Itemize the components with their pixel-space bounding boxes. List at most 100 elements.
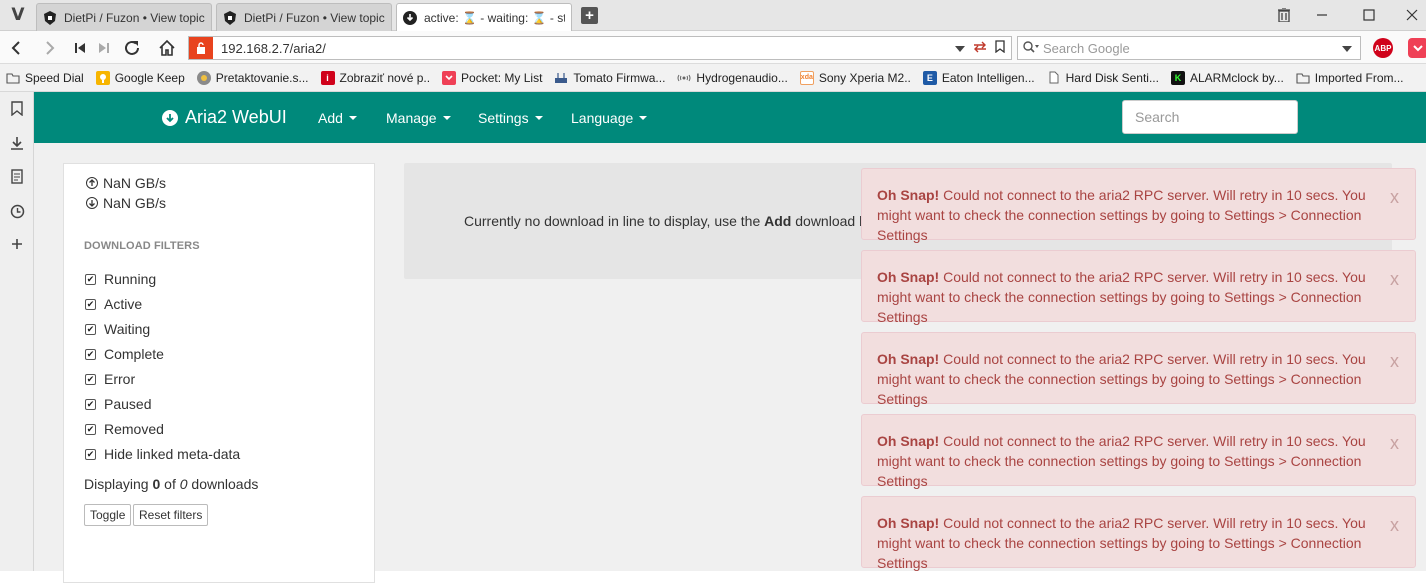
bookmark-speed-dial[interactable]: Speed Dial xyxy=(6,71,84,85)
downloads-panel-icon[interactable] xyxy=(7,133,27,153)
bookmark-alarmclock[interactable]: K ALARMclock by... xyxy=(1170,70,1284,85)
displaying-suffix: downloads xyxy=(187,476,259,492)
menu-settings[interactable]: Settings xyxy=(478,92,543,143)
filter-label: Running xyxy=(104,271,157,287)
home-icon[interactable] xyxy=(155,36,179,60)
menu-add[interactable]: Add xyxy=(318,92,357,143)
bookmark-eaton[interactable]: E Eaton Intelligen... xyxy=(922,70,1035,85)
alert-rpc-error: Oh Snap! Could not connect to the aria2 … xyxy=(861,250,1416,325)
close-icon[interactable]: x xyxy=(1390,351,1399,371)
bookmark-sony-xperia[interactable]: xda Sony Xperia M2.. xyxy=(799,70,911,85)
checkbox-checked-icon[interactable]: ✔ xyxy=(85,448,96,460)
bookmark-google-keep[interactable]: Google Keep xyxy=(95,70,185,85)
bookmarks-panel-icon[interactable] xyxy=(7,98,27,118)
minimize-button[interactable] xyxy=(1310,4,1334,26)
tab-dietpi-1[interactable]: DietPi / Fuzon • View topic - xyxy=(36,3,212,31)
bookmark-label: Google Keep xyxy=(114,70,185,85)
dropdown-arrow-icon[interactable] xyxy=(1342,41,1352,56)
insecure-lock-icon[interactable] xyxy=(189,37,213,59)
bookmark-pocket[interactable]: Pocket: My List xyxy=(442,70,543,85)
checkbox-checked-icon[interactable]: ✔ xyxy=(85,348,96,360)
bookmark-label: Speed Dial xyxy=(25,70,84,85)
filter-removed[interactable]: ✔ Removed xyxy=(85,421,164,437)
checkbox-checked-icon[interactable]: ✔ xyxy=(85,373,96,385)
add-panel-icon[interactable] xyxy=(7,234,27,254)
fast-forward-button[interactable] xyxy=(92,36,116,60)
info-icon: i xyxy=(320,70,335,85)
filter-active[interactable]: ✔ Active xyxy=(85,296,142,312)
checkbox-checked-icon[interactable]: ✔ xyxy=(85,323,96,335)
back-button[interactable] xyxy=(4,36,28,60)
filter-complete[interactable]: ✔ Complete xyxy=(85,346,164,362)
search-placeholder: Search Google xyxy=(1043,40,1130,56)
alert-message: Could not connect to the aria2 RPC serve… xyxy=(877,269,1366,325)
alert-title: Oh Snap! xyxy=(877,187,940,203)
reload-icon[interactable] xyxy=(120,36,144,60)
notes-panel-icon[interactable] xyxy=(7,166,27,186)
tab-title: DietPi / Fuzon • View topic - xyxy=(64,10,205,25)
checkbox-checked-icon[interactable]: ✔ xyxy=(85,398,96,410)
new-tab-button[interactable]: + xyxy=(581,7,598,24)
checkbox-checked-icon[interactable]: ✔ xyxy=(85,298,96,310)
app-search-input[interactable]: Search xyxy=(1122,100,1298,134)
displaying-mid: of xyxy=(160,476,180,492)
alert-message: Could not connect to the aria2 RPC serve… xyxy=(877,351,1366,407)
aria2-brand[interactable]: Aria2 WebUI xyxy=(162,92,287,143)
empty-bold: Add xyxy=(764,213,792,229)
forward-button[interactable] xyxy=(38,36,62,60)
bookmark-label: Pretaktovanie.s... xyxy=(215,70,309,85)
filter-error[interactable]: ✔ Error xyxy=(85,371,135,387)
bookmark-hard-disk-sentinel[interactable]: Hard Disk Senti... xyxy=(1047,71,1159,85)
adblock-plus-icon[interactable]: ABP xyxy=(1373,38,1393,58)
bookmark-hydrogenaudio[interactable]: Hydrogenaudio... xyxy=(677,71,788,85)
bookmark-zobrazit[interactable]: i Zobraziť nové p.. xyxy=(320,70,431,85)
close-window-button[interactable] xyxy=(1400,4,1424,26)
filter-running[interactable]: ✔ Running xyxy=(85,271,156,287)
filters-title: DOWNLOAD FILTERS xyxy=(84,240,200,252)
filter-label: Complete xyxy=(104,346,164,362)
left-panel: NaN GB/s NaN GB/s DOWNLOAD FILTERS ✔ Runn… xyxy=(63,163,375,583)
url-text[interactable]: 192.168.2.7/aria2/ xyxy=(221,41,955,56)
address-bar[interactable]: 192.168.2.7/aria2/ xyxy=(188,36,1012,60)
maximize-button[interactable] xyxy=(1357,4,1381,26)
download-speed-value: NaN GB/s xyxy=(103,195,167,211)
sync-icon[interactable] xyxy=(973,41,987,56)
bookmark-pretaktovanie[interactable]: Pretaktovanie.s... xyxy=(196,70,309,85)
alert-message: Could not connect to the aria2 RPC serve… xyxy=(877,187,1366,243)
displaying-count: Displaying 0 of 0 downloads xyxy=(84,476,258,492)
bookmark-label: ALARMclock by... xyxy=(1189,70,1284,85)
bookmark-icon[interactable] xyxy=(995,40,1005,56)
menu-manage[interactable]: Manage xyxy=(386,92,451,143)
history-panel-icon[interactable] xyxy=(7,201,27,221)
tab-dietpi-2[interactable]: DietPi / Fuzon • View topic - xyxy=(216,3,392,31)
bookmark-label: Pocket: My List xyxy=(461,70,543,85)
filter-waiting[interactable]: ✔ Waiting xyxy=(85,321,150,337)
caret-down-icon xyxy=(534,115,543,120)
toggle-button[interactable]: Toggle xyxy=(84,504,132,526)
menu-language[interactable]: Language xyxy=(571,92,648,143)
caret-down-icon xyxy=(442,115,451,120)
upload-arrow-icon xyxy=(86,177,98,189)
close-icon[interactable]: x xyxy=(1390,269,1399,289)
trash-icon[interactable] xyxy=(1272,4,1296,26)
reset-filters-button[interactable]: Reset filters xyxy=(133,504,209,526)
checkbox-checked-icon[interactable]: ✔ xyxy=(85,423,96,435)
tab-aria2[interactable]: active: ⌛ - waiting: ⌛ - stop xyxy=(396,3,572,31)
filter-paused[interactable]: ✔ Paused xyxy=(85,396,151,412)
bookmarks-bar: Speed Dial Google Keep Pretaktovanie.s..… xyxy=(0,64,1426,92)
bookmark-tomato[interactable]: Tomato Firmwa... xyxy=(554,71,665,85)
k-icon: K xyxy=(1170,70,1185,85)
close-icon[interactable]: x xyxy=(1390,187,1399,207)
checkbox-checked-icon[interactable]: ✔ xyxy=(85,273,96,285)
close-icon[interactable]: x xyxy=(1390,515,1399,535)
bookmark-imported[interactable]: Imported From... xyxy=(1296,71,1403,85)
search-google-field[interactable]: Search Google xyxy=(1017,36,1361,60)
rewind-button[interactable] xyxy=(68,36,92,60)
bookmark-label: Zobraziť nové p.. xyxy=(339,70,431,85)
vivaldi-menu-icon[interactable]: V xyxy=(8,5,28,25)
close-icon[interactable]: x xyxy=(1390,433,1399,453)
dropdown-arrow-icon[interactable] xyxy=(955,41,965,56)
menu-label: Manage xyxy=(386,109,437,126)
filter-hide-linked-meta-data[interactable]: ✔ Hide linked meta-data xyxy=(85,446,240,462)
pocket-icon[interactable] xyxy=(1408,38,1426,58)
